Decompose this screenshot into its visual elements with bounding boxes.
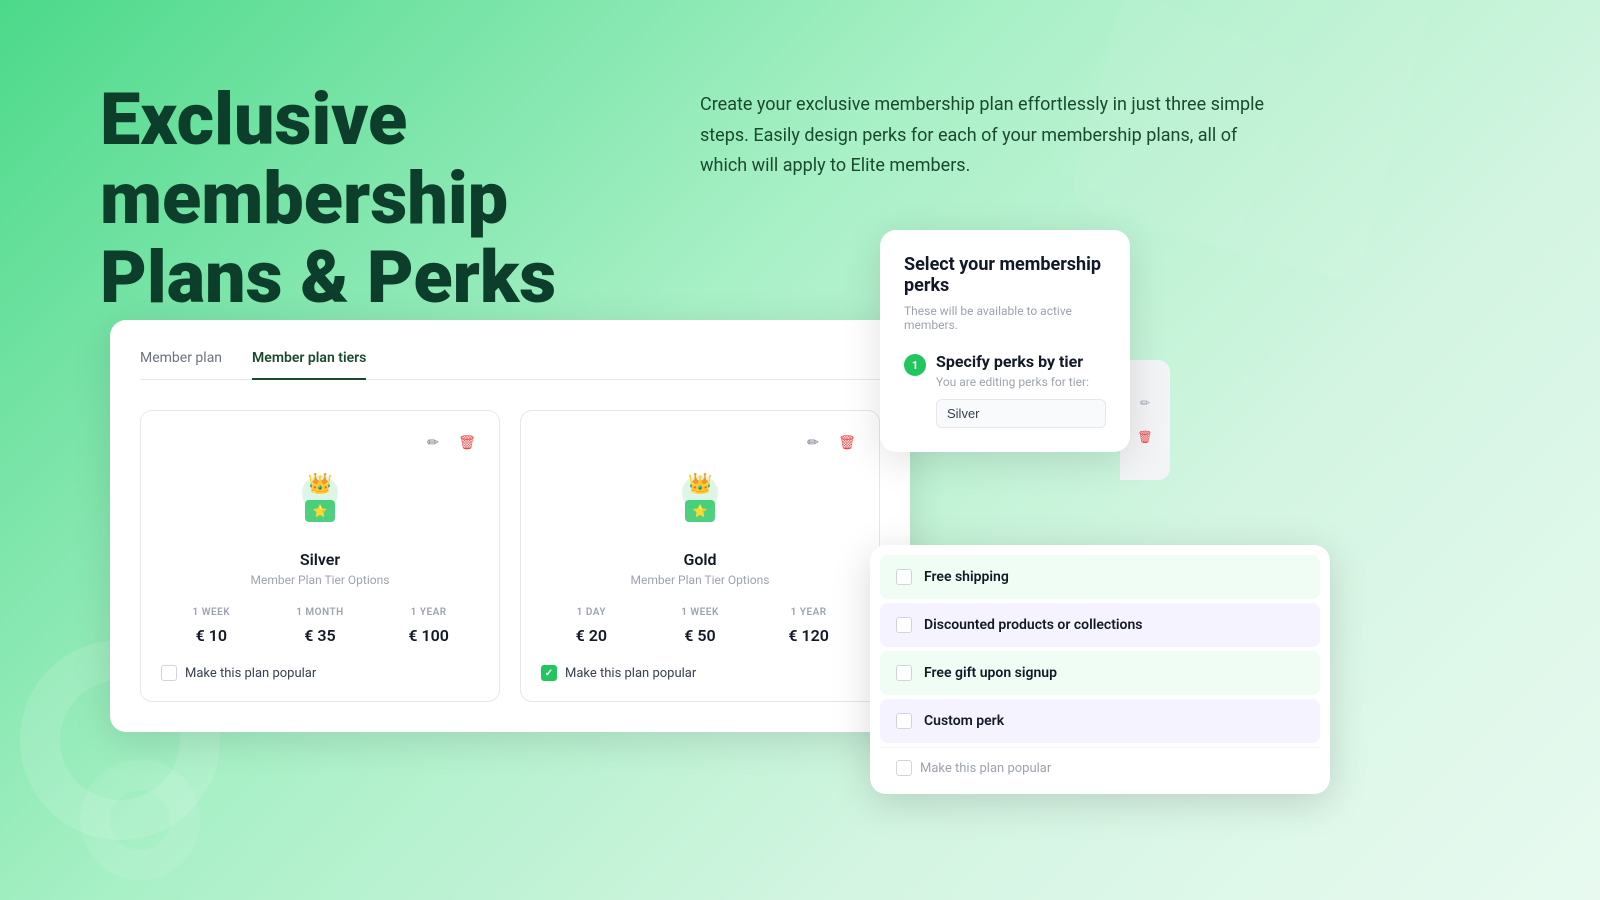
plan-cards-grid: ✏ 🗑 👑 ⭐ Silver Member Plan Tier Options … bbox=[140, 410, 880, 702]
third-edit-peek: ✏ bbox=[1133, 391, 1157, 415]
step-badge: 1 bbox=[904, 354, 926, 376]
gold-amount-0: € 20 bbox=[541, 626, 642, 645]
silver-logo: 👑 ⭐ bbox=[161, 465, 479, 535]
perks-card-footer: Make this plan popular bbox=[880, 747, 1320, 784]
free-gift-label: Free gift upon signup bbox=[924, 665, 1057, 681]
tier-input[interactable] bbox=[936, 399, 1106, 428]
perks-footer-checkbox[interactable] bbox=[896, 760, 912, 776]
perk-item-custom[interactable]: Custom perk bbox=[880, 699, 1320, 743]
gold-card-actions: ✏ 🗑 bbox=[541, 431, 859, 455]
gold-period-2: 1 YEAR bbox=[758, 607, 859, 618]
gold-pricing-grid: 1 DAY 1 WEEK 1 YEAR € 20 € 50 € 120 bbox=[541, 607, 859, 645]
gold-logo-icon: 👑 ⭐ bbox=[665, 465, 735, 535]
silver-popular-label: Make this plan popular bbox=[185, 666, 316, 681]
discounted-checkbox[interactable] bbox=[896, 617, 912, 633]
gold-delete-button[interactable]: 🗑 bbox=[835, 431, 859, 455]
third-delete-peek: 🗑 bbox=[1133, 425, 1157, 449]
perks-list-card: Free shipping Discounted products or col… bbox=[870, 545, 1330, 794]
perks-select-card: Select your membership perks These will … bbox=[880, 230, 1130, 452]
silver-amount-0: € 10 bbox=[161, 626, 262, 645]
plan-cards-container: Member plan Member plan tiers ✏ 🗑 👑 ⭐ Si… bbox=[110, 320, 910, 732]
specify-perks-item: 1 Specify perks by tier You are editing … bbox=[904, 352, 1106, 428]
right-description: Create your exclusive membership plan ef… bbox=[700, 90, 1280, 182]
perks-footer-label: Make this plan popular bbox=[920, 761, 1051, 776]
perk-item-free-gift[interactable]: Free gift upon signup bbox=[880, 651, 1320, 695]
svg-text:⭐: ⭐ bbox=[693, 504, 708, 518]
perk-item-free-shipping[interactable]: Free shipping bbox=[880, 555, 1320, 599]
tabs-bar: Member plan Member plan tiers bbox=[140, 350, 880, 380]
left-section: Exclusive membership Plans & Perks bbox=[100, 80, 650, 358]
perk-item-discounted[interactable]: Discounted products or collections bbox=[880, 603, 1320, 647]
specify-description: You are editing perks for tier: bbox=[936, 375, 1106, 389]
gold-amount-2: € 120 bbox=[758, 626, 859, 645]
silver-amount-2: € 100 bbox=[378, 626, 479, 645]
perks-select-subtitle: These will be available to active member… bbox=[904, 304, 1106, 332]
gold-popular-checkbox[interactable] bbox=[541, 665, 557, 681]
free-shipping-label: Free shipping bbox=[924, 569, 1009, 585]
gold-plan-card: ✏ 🗑 👑 ⭐ Gold Member Plan Tier Options 1 … bbox=[520, 410, 880, 702]
silver-delete-button[interactable]: 🗑 bbox=[455, 431, 479, 455]
page-title: Exclusive membership Plans & Perks bbox=[100, 80, 650, 318]
silver-make-popular[interactable]: Make this plan popular bbox=[161, 665, 479, 681]
custom-perk-checkbox[interactable] bbox=[896, 713, 912, 729]
gold-logo: 👑 ⭐ bbox=[541, 465, 859, 535]
silver-plan-card: ✏ 🗑 👑 ⭐ Silver Member Plan Tier Options … bbox=[140, 410, 500, 702]
svg-text:⭐: ⭐ bbox=[313, 504, 328, 518]
specify-title: Specify perks by tier bbox=[936, 352, 1106, 371]
silver-plan-name: Silver bbox=[161, 550, 479, 569]
tab-member-plan-tiers[interactable]: Member plan tiers bbox=[252, 350, 366, 380]
silver-period-0: 1 WEEK bbox=[161, 607, 262, 618]
gold-make-popular[interactable]: Make this plan popular bbox=[541, 665, 859, 681]
svg-text:👑: 👑 bbox=[688, 471, 713, 495]
svg-text:👑: 👑 bbox=[308, 471, 333, 495]
silver-card-actions: ✏ 🗑 bbox=[161, 431, 479, 455]
gold-plan-name: Gold bbox=[541, 550, 859, 569]
free-gift-checkbox[interactable] bbox=[896, 665, 912, 681]
gold-plan-subtitle: Member Plan Tier Options bbox=[541, 573, 859, 587]
bg-circle-2 bbox=[80, 760, 200, 880]
silver-logo-icon: 👑 ⭐ bbox=[285, 465, 355, 535]
silver-popular-checkbox[interactable] bbox=[161, 665, 177, 681]
gold-popular-label: Make this plan popular bbox=[565, 666, 696, 681]
silver-amount-1: € 35 bbox=[270, 626, 371, 645]
gold-period-1: 1 WEEK bbox=[650, 607, 751, 618]
gold-amount-1: € 50 bbox=[650, 626, 751, 645]
free-shipping-checkbox[interactable] bbox=[896, 569, 912, 585]
gold-edit-button[interactable]: ✏ bbox=[801, 431, 825, 455]
discounted-label: Discounted products or collections bbox=[924, 617, 1142, 633]
gold-period-0: 1 DAY bbox=[541, 607, 642, 618]
perks-select-title: Select your membership perks bbox=[904, 254, 1106, 296]
page-description: Create your exclusive membership plan ef… bbox=[700, 90, 1280, 182]
specify-content: Specify perks by tier You are editing pe… bbox=[936, 352, 1106, 428]
tab-member-plan[interactable]: Member plan bbox=[140, 350, 222, 380]
silver-period-1: 1 MONTH bbox=[270, 607, 371, 618]
silver-period-2: 1 YEAR bbox=[378, 607, 479, 618]
silver-edit-button[interactable]: ✏ bbox=[421, 431, 445, 455]
silver-pricing-grid: 1 WEEK 1 MONTH 1 YEAR € 10 € 35 € 100 bbox=[161, 607, 479, 645]
silver-plan-subtitle: Member Plan Tier Options bbox=[161, 573, 479, 587]
custom-perk-label: Custom perk bbox=[924, 713, 1004, 729]
